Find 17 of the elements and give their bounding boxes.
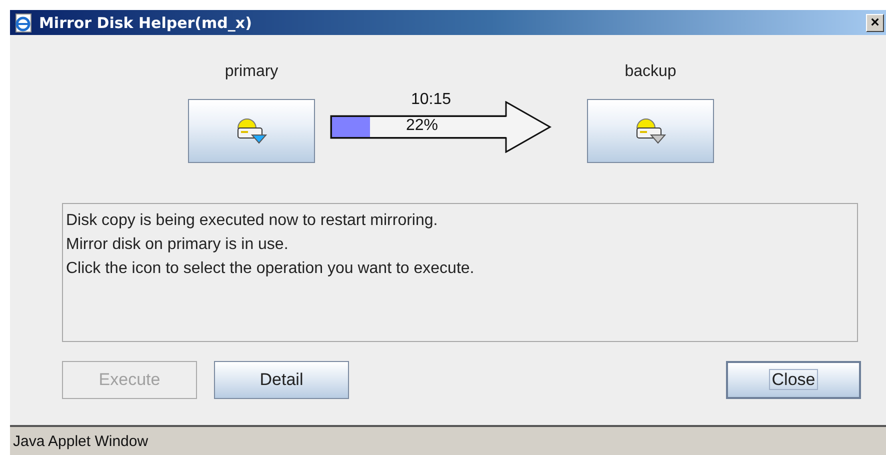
message-line: Disk copy is being executed now to restart mirroring. [66,211,439,231]
browser-icon [14,12,34,32]
disk-button[interactable] [188,99,315,163]
disk-icon [634,116,668,146]
disk-button[interactable] [587,99,714,163]
dialog-button[interactable]: Detail [214,361,349,399]
message-line: Mirror disk on primary is in use. [66,235,290,255]
progress-percent: 22% [404,116,440,136]
status-text: Java Applet Window [13,432,148,450]
message-line: Click the icon to select the operation you want to execute. [66,259,476,279]
server-label: backup [624,63,676,82]
server-label: primary [224,63,278,82]
remaining-time: 10:15 [410,91,452,109]
dialog-button[interactable]: Close [726,361,861,399]
disk-icon [234,116,268,146]
close-icon[interactable]: × [866,14,884,32]
window-title: Mirror Disk Helper(md_x) [39,14,253,32]
